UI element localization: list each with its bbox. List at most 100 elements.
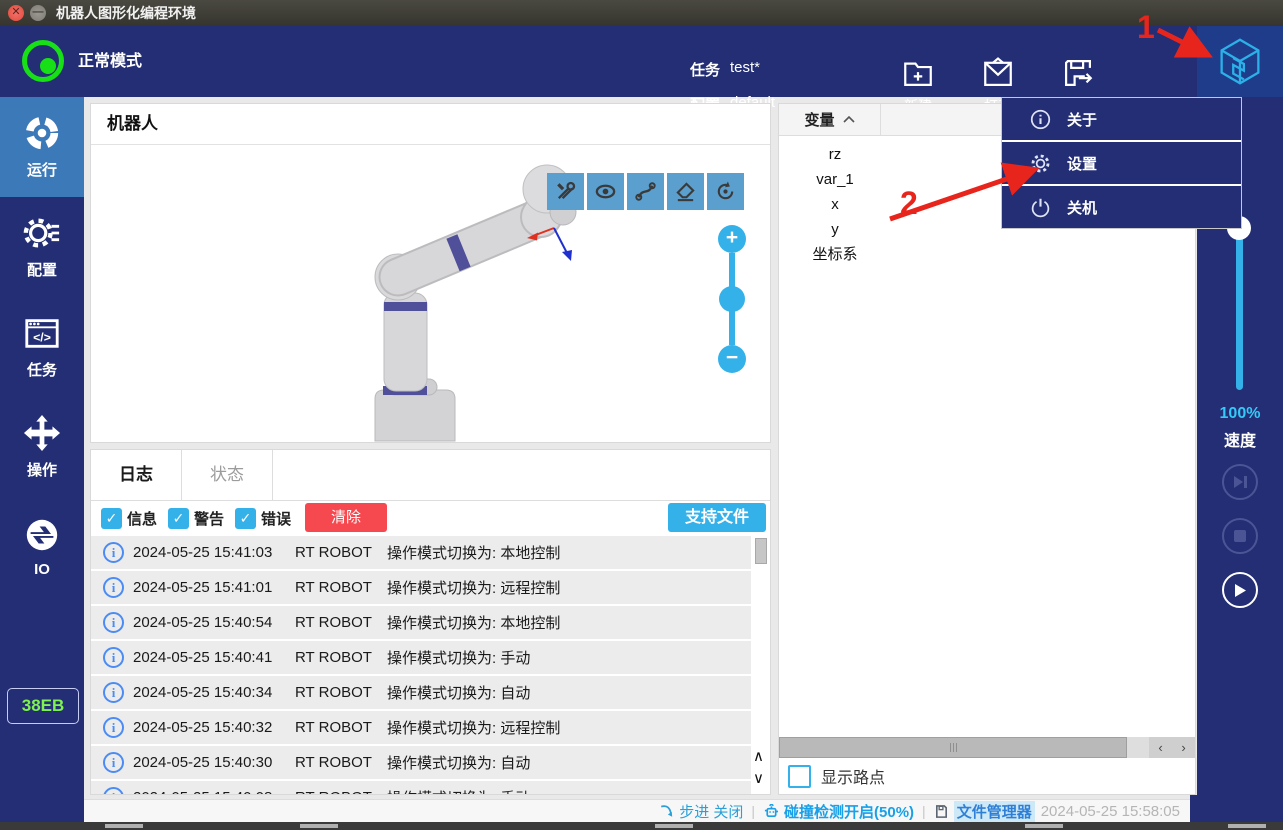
menu-item-shutdown[interactable]: 关机 <box>1002 186 1241 228</box>
variable-name: x <box>779 194 883 216</box>
sidebar-item-task[interactable]: </> 任务 <box>0 297 84 397</box>
folder-plus-icon <box>901 56 935 90</box>
filter-warning[interactable]: ✓ 警告 <box>168 508 224 529</box>
scroll-right-button[interactable]: › <box>1172 737 1195 758</box>
filter-error[interactable]: ✓ 错误 <box>235 508 291 529</box>
variables-header-cell[interactable]: 变量 <box>779 104 881 135</box>
log-message: 操作模式切换为: 自动 <box>387 682 530 703</box>
sidebar-item-run[interactable]: 运行 <box>0 97 84 197</box>
play-icon <box>1234 583 1247 598</box>
status-indicator <box>22 40 64 82</box>
log-row[interactable]: i 2024-05-25 15:40:34 RT ROBOT 操作模式切换为: … <box>91 676 751 709</box>
filter-info[interactable]: ✓ 信息 <box>101 508 157 529</box>
log-source: RT ROBOT <box>295 719 387 736</box>
log-time: 2024-05-25 15:40:34 <box>133 684 295 701</box>
log-filter-row: ✓ 信息 ✓ 警告 ✓ 错误 清除 支持文件 <box>91 501 770 535</box>
variable-row[interactable]: x 10 <box>779 192 794 217</box>
log-source: RT ROBOT <box>295 649 387 666</box>
sidebar-item-operate[interactable]: 操作 <box>0 397 84 497</box>
file-manager-button[interactable]: 文件管理器 <box>934 801 1035 822</box>
sidebar-item-config[interactable]: 配置 <box>0 197 84 297</box>
log-row[interactable]: i 2024-05-25 15:40:41 RT ROBOT 操作模式切换为: … <box>91 641 751 674</box>
path-curve-icon <box>634 180 657 203</box>
sidebar-item-io[interactable]: IO <box>0 497 84 597</box>
log-time: 2024-05-25 15:40:08 <box>133 789 295 795</box>
log-source: RT ROBOT <box>295 544 387 561</box>
v-scroll-thumb[interactable] <box>755 538 767 564</box>
log-row[interactable]: i 2024-05-25 15:40:08 RT ROBOT 操作模式切换为: … <box>91 781 751 795</box>
log-tabs: 日志 状态 <box>91 450 770 501</box>
log-row[interactable]: i 2024-05-25 15:40:30 RT ROBOT 操作模式切换为: … <box>91 746 751 779</box>
step-forward-button[interactable] <box>1222 464 1258 500</box>
log-row[interactable]: i 2024-05-25 15:41:03 RT ROBOT 操作模式切换为: … <box>91 536 751 569</box>
sidebar-item-label: IO <box>34 561 50 578</box>
zoom-slider-handle[interactable] <box>719 286 745 312</box>
scroll-down-button[interactable]: ∨ <box>753 766 768 791</box>
gear-icon <box>1030 153 1051 174</box>
log-row[interactable]: i 2024-05-25 15:40:32 RT ROBOT 操作模式切换为: … <box>91 711 751 744</box>
play-button[interactable] <box>1222 572 1258 608</box>
clock: 2024-05-25 15:58:05 <box>1041 803 1180 820</box>
warning-checkbox[interactable]: ✓ <box>168 508 189 529</box>
log-time: 2024-05-25 15:41:01 <box>133 579 295 596</box>
h-scrollbar: ‹ › <box>779 737 1195 758</box>
variable-row[interactable]: var_1 [0.3261, 0.35348, 0. <box>779 167 794 192</box>
desktop-strip <box>0 822 1283 830</box>
stop-icon <box>1234 530 1246 542</box>
info-icon: i <box>103 612 124 633</box>
statusbar: 步进 关闭 | 碰撞检测开启(50%) | 文件管理器 2024-05-25 1… <box>84 799 1190 822</box>
log-source: RT ROBOT <box>295 614 387 631</box>
window-title: 机器人图形化编程环境 <box>56 0 196 26</box>
step-arrow-icon <box>659 804 674 818</box>
stop-button[interactable] <box>1222 518 1258 554</box>
file-manager-icon <box>934 804 949 819</box>
menu-item-label: 关于 <box>1067 109 1097 130</box>
info-icon: i <box>103 717 124 738</box>
info-icon: i <box>103 752 124 773</box>
minimize-button[interactable]: — <box>30 5 46 21</box>
log-message: 操作模式切换为: 本地控制 <box>387 612 560 633</box>
speed-slider-track[interactable] <box>1236 232 1243 390</box>
show-waypoints-checkbox[interactable] <box>788 765 811 788</box>
app-logo-button[interactable] <box>1197 26 1283 97</box>
collision-status[interactable]: 碰撞检测开启(50%) <box>763 801 914 822</box>
tools-button[interactable] <box>547 173 584 210</box>
tab-status[interactable]: 状态 <box>182 450 273 500</box>
log-row[interactable]: i 2024-05-25 15:40:54 RT ROBOT 操作模式切换为: … <box>91 606 751 639</box>
variable-row[interactable]: rz 0.17453 <box>779 142 794 167</box>
robot-panel: 机器人 <box>90 103 771 443</box>
variable-row[interactable]: y 10 <box>779 217 794 242</box>
tools-icon <box>554 180 577 203</box>
close-button[interactable]: ✕ <box>8 5 24 21</box>
support-files-button[interactable]: 支持文件 <box>668 503 766 532</box>
log-message: 操作模式切换为: 本地控制 <box>387 542 560 563</box>
info-circle-icon <box>1030 109 1051 130</box>
speed-label: 速度 <box>1197 427 1283 451</box>
eraser-button[interactable] <box>667 173 704 210</box>
log-row[interactable]: i 2024-05-25 15:41:01 RT ROBOT 操作模式切换为: … <box>91 571 751 604</box>
step-status[interactable]: 步进 关闭 <box>659 801 743 822</box>
menu-item-label: 设置 <box>1067 153 1097 174</box>
visibility-button[interactable] <box>587 173 624 210</box>
robot-3d-view[interactable]: + − <box>91 145 770 442</box>
path-button[interactable] <box>627 173 664 210</box>
view-toolbar <box>547 173 744 210</box>
rotate-button[interactable] <box>707 173 744 210</box>
menu-item-about[interactable]: 关于 <box>1002 98 1241 142</box>
error-checkbox[interactable]: ✓ <box>235 508 256 529</box>
log-time: 2024-05-25 15:40:54 <box>133 614 295 631</box>
variable-row[interactable]: 坐标系 [0, 0, 0, 0.5236, 0.5236, 0] <box>779 242 794 267</box>
scroll-left-button[interactable]: ‹ <box>1149 737 1172 758</box>
menu-item-settings[interactable]: 设置 <box>1002 142 1241 186</box>
variable-name: 坐标系 <box>779 244 883 266</box>
info-checkbox[interactable]: ✓ <box>101 508 122 529</box>
zoom-out-button[interactable]: − <box>718 345 746 373</box>
clear-button[interactable]: 清除 <box>305 503 387 532</box>
zoom-in-button[interactable]: + <box>718 225 746 253</box>
separator: | <box>922 803 926 819</box>
rotate-icon <box>714 180 737 203</box>
h-scroll-thumb[interactable] <box>779 737 1127 758</box>
tab-log[interactable]: 日志 <box>91 450 182 500</box>
log-source: RT ROBOT <box>295 684 387 701</box>
sidebar-item-label: 运行 <box>27 159 57 180</box>
